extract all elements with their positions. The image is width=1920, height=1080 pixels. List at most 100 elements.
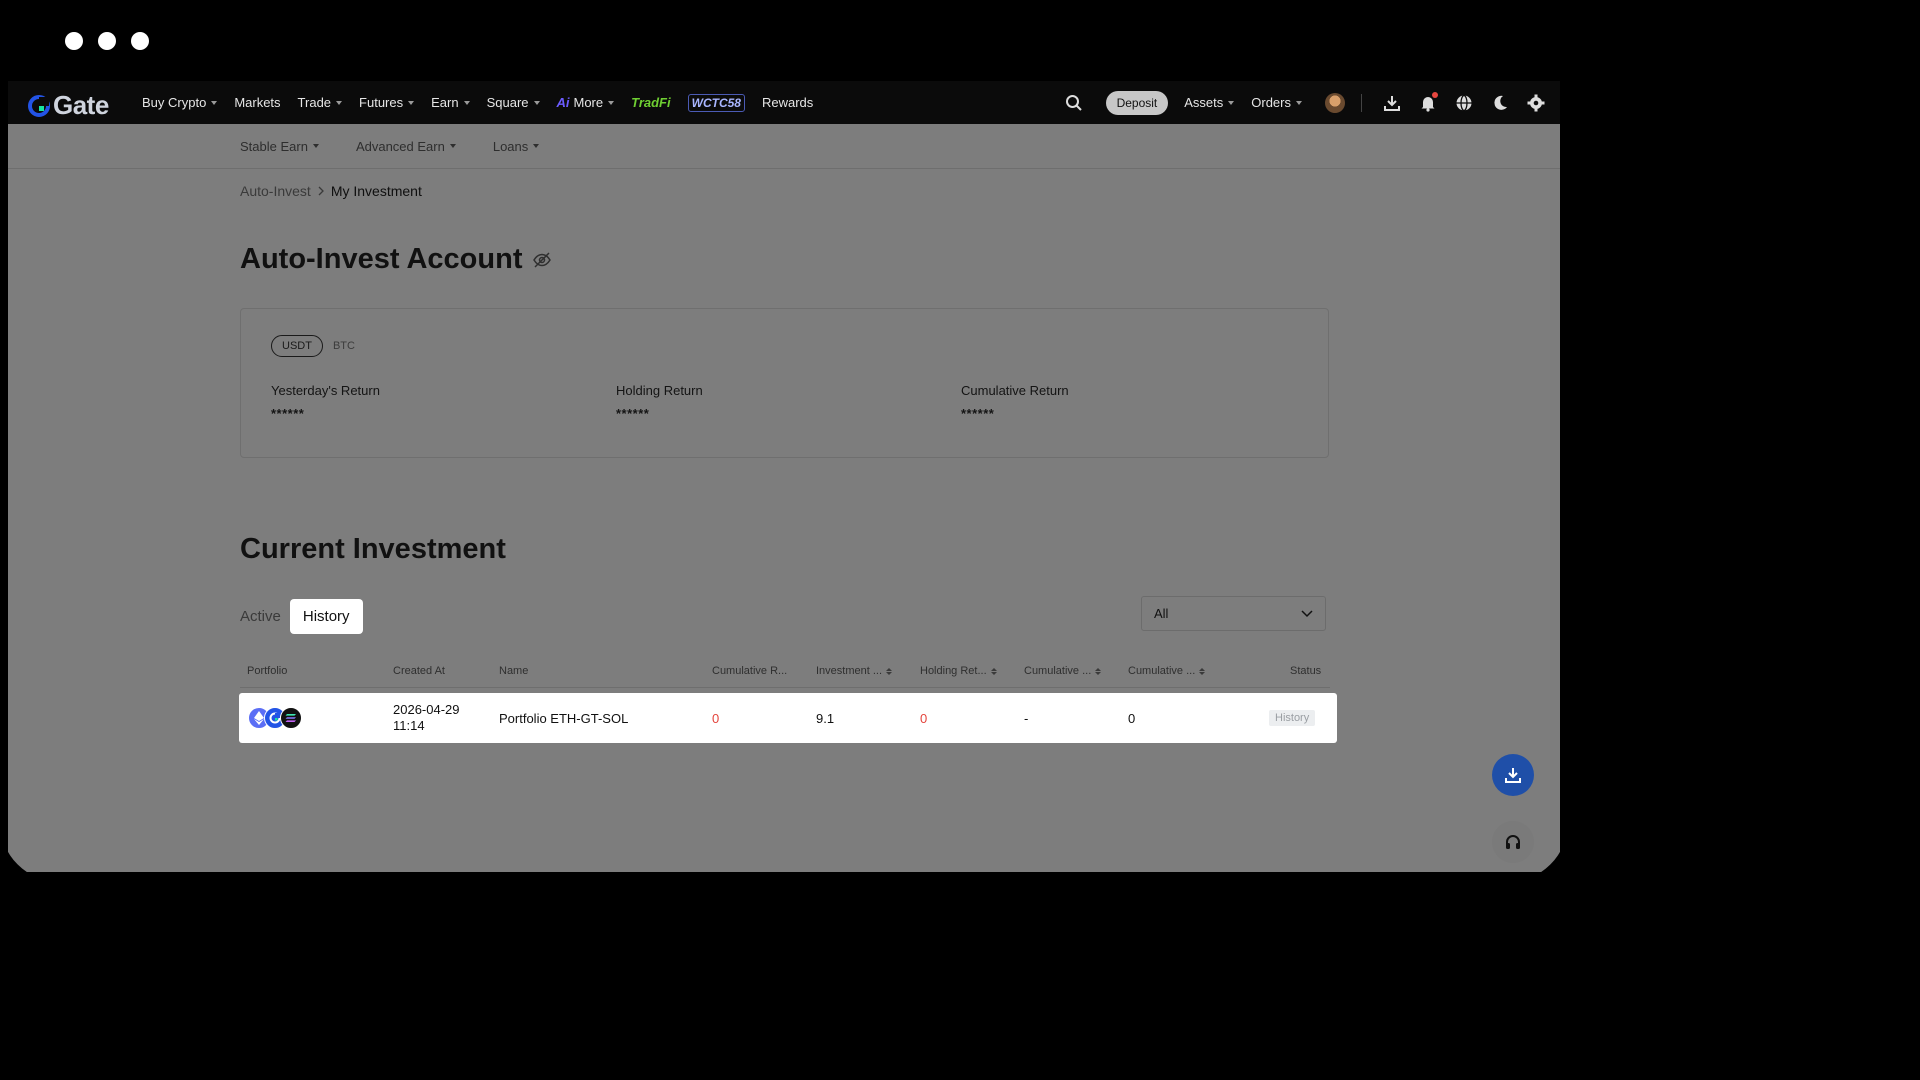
col-status: Status (1290, 665, 1321, 677)
tab-history[interactable]: History (289, 599, 363, 634)
col-cumulative-a[interactable]: Cumulative ... (1024, 665, 1102, 677)
created-at-cell: 2026-04-29 11:14 (393, 693, 460, 743)
stat-label: Cumulative Return (961, 383, 1069, 398)
divider (1361, 93, 1362, 112)
col-portfolio: Portfolio (247, 665, 287, 677)
nav-buy-crypto[interactable]: Buy Crypto (142, 95, 218, 110)
window-dot (131, 32, 149, 50)
caret-down-icon (1296, 100, 1302, 105)
currency-btc[interactable]: BTC (333, 340, 355, 352)
stat-cumulative-return: Cumulative Return ****** (961, 383, 1069, 421)
nav-label: More (573, 95, 604, 110)
column-label: Created At (393, 665, 445, 677)
logo-text: Gate (53, 90, 109, 120)
col-cumulative-b[interactable]: Cumulative ... (1128, 665, 1206, 677)
nav-tradfi[interactable]: TradFi (631, 95, 671, 110)
col-created-at: Created At (393, 665, 445, 677)
subnav-loans[interactable]: Loans (493, 139, 540, 154)
search-button[interactable] (1056, 81, 1092, 124)
nav-markets[interactable]: Markets (234, 95, 280, 110)
table-row[interactable]: 2026-04-29 11:14 Portfolio ETH-GT-SOL 0 … (239, 693, 1337, 743)
subnav-stable-earn[interactable]: Stable Earn (240, 139, 319, 154)
subnav-label: Stable Earn (240, 138, 308, 154)
sort-icon (990, 667, 997, 675)
nav-wctc[interactable]: WCTC58 (687, 93, 745, 112)
nav-earn[interactable]: Earn (431, 95, 470, 110)
caret-down-icon (408, 100, 415, 105)
nav-futures[interactable]: Futures (359, 95, 415, 110)
column-label: Cumulative ... (1024, 665, 1092, 677)
caret-down-icon (608, 100, 615, 105)
download-icon (1505, 768, 1521, 783)
portfolio-cell (248, 693, 302, 743)
created-date: 2026-04-29 (393, 702, 460, 717)
download-fab-button[interactable] (1492, 754, 1534, 796)
logo[interactable]: Gate (28, 90, 109, 121)
caret-down-icon (336, 100, 343, 105)
col-holding-return[interactable]: Holding Ret... (920, 665, 997, 677)
nav-orders[interactable]: Orders (1251, 95, 1302, 110)
tab-active[interactable]: Active (240, 608, 281, 625)
gate-logo-icon (28, 94, 50, 117)
breadcrumb-auto-invest[interactable]: Auto-Invest (240, 183, 311, 199)
cumulative-b-cell: 0 (1128, 710, 1136, 726)
nav-label: Rewards (761, 95, 814, 110)
caret-down-icon (533, 144, 540, 148)
caret-down-icon (449, 144, 456, 148)
investment-cell: 9.1 (816, 710, 835, 726)
nav-label: Markets (234, 95, 281, 110)
caret-down-icon (1228, 100, 1235, 105)
caret-down-icon (312, 144, 319, 148)
theme-toggle-button[interactable] (1482, 81, 1518, 124)
investment-tabs: Active History (240, 599, 372, 634)
stat-value: ****** (961, 406, 995, 421)
avatar[interactable] (1325, 92, 1345, 113)
column-label: Holding Ret... (920, 665, 987, 677)
language-button[interactable] (1446, 81, 1482, 124)
nav-label: Earn (431, 95, 459, 110)
breadcrumb: Auto-Invest My Investment (240, 183, 422, 199)
section-title: Current Investment (240, 533, 506, 565)
column-label: Portfolio (247, 665, 288, 677)
sort-icon (886, 667, 893, 675)
settings-button[interactable] (1518, 81, 1554, 124)
sol-icon (280, 707, 302, 729)
moon-icon (1494, 95, 1507, 110)
currency-usdt[interactable]: USDT (271, 335, 323, 357)
nav-trade[interactable]: Trade (297, 95, 343, 110)
column-label: Name (499, 665, 529, 677)
status-badge: History (1269, 710, 1316, 726)
nav-assets[interactable]: Assets (1184, 95, 1235, 110)
nav-rewards[interactable]: Rewards (762, 95, 813, 110)
cumulative-return-cell: 0 (712, 710, 720, 726)
deposit-button[interactable]: Deposit (1105, 90, 1169, 115)
stat-yesterday-return: Yesterday's Return ****** (271, 383, 380, 421)
column-label: Cumulative ... (1128, 665, 1196, 677)
window-controls (65, 32, 149, 50)
download-app-button[interactable] (1374, 81, 1410, 124)
chevron-down-icon (1301, 609, 1313, 617)
stat-value: ****** (616, 406, 650, 421)
gear-icon (1527, 94, 1545, 111)
nav-more[interactable]: Ai More (557, 95, 615, 110)
chevron-right-icon (318, 186, 324, 196)
account-summary-card: USDT BTC Yesterday's Return ****** Holdi… (240, 308, 1329, 458)
nav-label: Buy Crypto (142, 95, 207, 110)
currency-toggle: USDT BTC (271, 335, 355, 357)
col-investment[interactable]: Investment ... (816, 665, 893, 677)
status-cell: History (1269, 693, 1316, 743)
support-button[interactable] (1492, 821, 1534, 863)
subnav-label: Advanced Earn (355, 138, 445, 154)
subnav-advanced-earn[interactable]: Advanced Earn (356, 139, 456, 154)
nav-label: Trade (297, 95, 332, 110)
nav-square[interactable]: Square (487, 95, 540, 110)
caret-down-icon (463, 100, 470, 105)
hide-balance-button[interactable] (532, 251, 552, 268)
coin-stack (248, 707, 302, 729)
nav-label: Square (486, 95, 529, 110)
sort-icon (1199, 667, 1206, 675)
notifications-button[interactable] (1410, 81, 1446, 124)
wctc-badge: WCTC58 (687, 93, 745, 112)
filter-select[interactable]: All (1141, 596, 1326, 631)
page-content: Gate Buy Crypto Markets Trade Futures Ea… (8, 81, 1560, 872)
